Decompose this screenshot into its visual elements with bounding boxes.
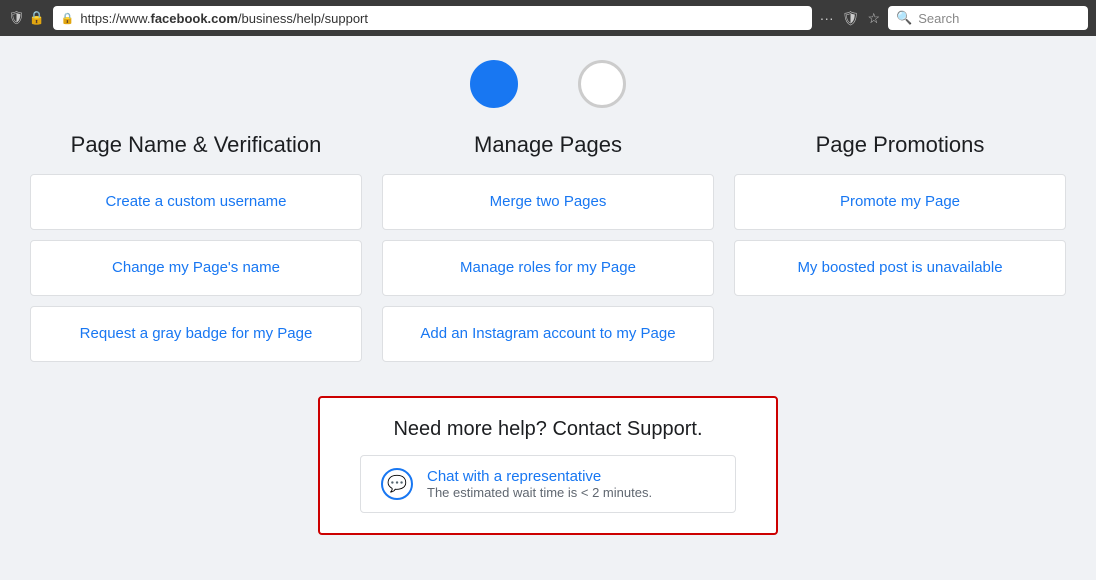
chat-icon: 💬 [381,468,413,500]
btn-merge-two-pages[interactable]: Merge two Pages [382,174,714,230]
chat-sublabel: The estimated wait time is < 2 minutes. [427,485,652,500]
chat-text-wrapper: Chat with a representative The estimated… [427,468,652,500]
btn-create-custom-username[interactable]: Create a custom username [30,174,362,230]
search-placeholder: Search [918,11,959,26]
main-content: Page Name & Verification Create a custom… [0,36,1096,555]
lock-small-icon: 🔒 [61,12,75,25]
contact-support-wrapper: Need more help? Contact Support. 💬 Chat … [30,396,1066,535]
url-bar[interactable]: 🔒 https://www.facebook.com/business/help… [53,6,812,30]
lock-icon: 🔒 [29,10,45,26]
steps-circles [30,56,1066,108]
shield-icon: 🛡 [8,10,25,26]
section-title-manage-pages: Manage Pages [382,132,714,158]
step-circle-2 [578,60,626,108]
more-icon[interactable]: ··· [820,10,834,26]
search-icon: 🔍 [896,10,912,26]
help-sections-grid: Page Name & Verification Create a custom… [30,132,1066,372]
btn-boosted-post-unavailable[interactable]: My boosted post is unavailable [734,240,1066,296]
btn-promote-my-page[interactable]: Promote my Page [734,174,1066,230]
browser-chrome: 🛡 🔒 🔒 https://www.facebook.com/business/… [0,0,1096,36]
section-manage-pages: Manage Pages Merge two Pages Manage role… [382,132,714,372]
chat-label: Chat with a representative [427,468,652,485]
btn-request-gray-badge[interactable]: Request a gray badge for my Page [30,306,362,362]
contact-support-title: Need more help? Contact Support. [360,418,736,441]
chat-with-representative-button[interactable]: 💬 Chat with a representative The estimat… [360,455,736,513]
section-title-page-promotions: Page Promotions [734,132,1066,158]
star-icon[interactable]: ☆ [867,10,880,27]
btn-change-page-name[interactable]: Change my Page's name [30,240,362,296]
browser-search-bar[interactable]: 🔍 Search [888,6,1088,30]
section-title-page-name: Page Name & Verification [30,132,362,158]
shield-bookmark-icon[interactable]: 🛡 [842,10,860,27]
browser-security-icons: 🛡 🔒 [8,10,45,26]
btn-manage-roles[interactable]: Manage roles for my Page [382,240,714,296]
section-page-name-verification: Page Name & Verification Create a custom… [30,132,362,372]
url-text: https://www.facebook.com/business/help/s… [80,11,368,26]
browser-extra-icons: ··· 🛡 ☆ [820,10,880,27]
contact-support-box: Need more help? Contact Support. 💬 Chat … [318,396,778,535]
step-circle-1 [470,60,518,108]
section-page-promotions: Page Promotions Promote my Page My boost… [734,132,1066,372]
btn-add-instagram[interactable]: Add an Instagram account to my Page [382,306,714,362]
